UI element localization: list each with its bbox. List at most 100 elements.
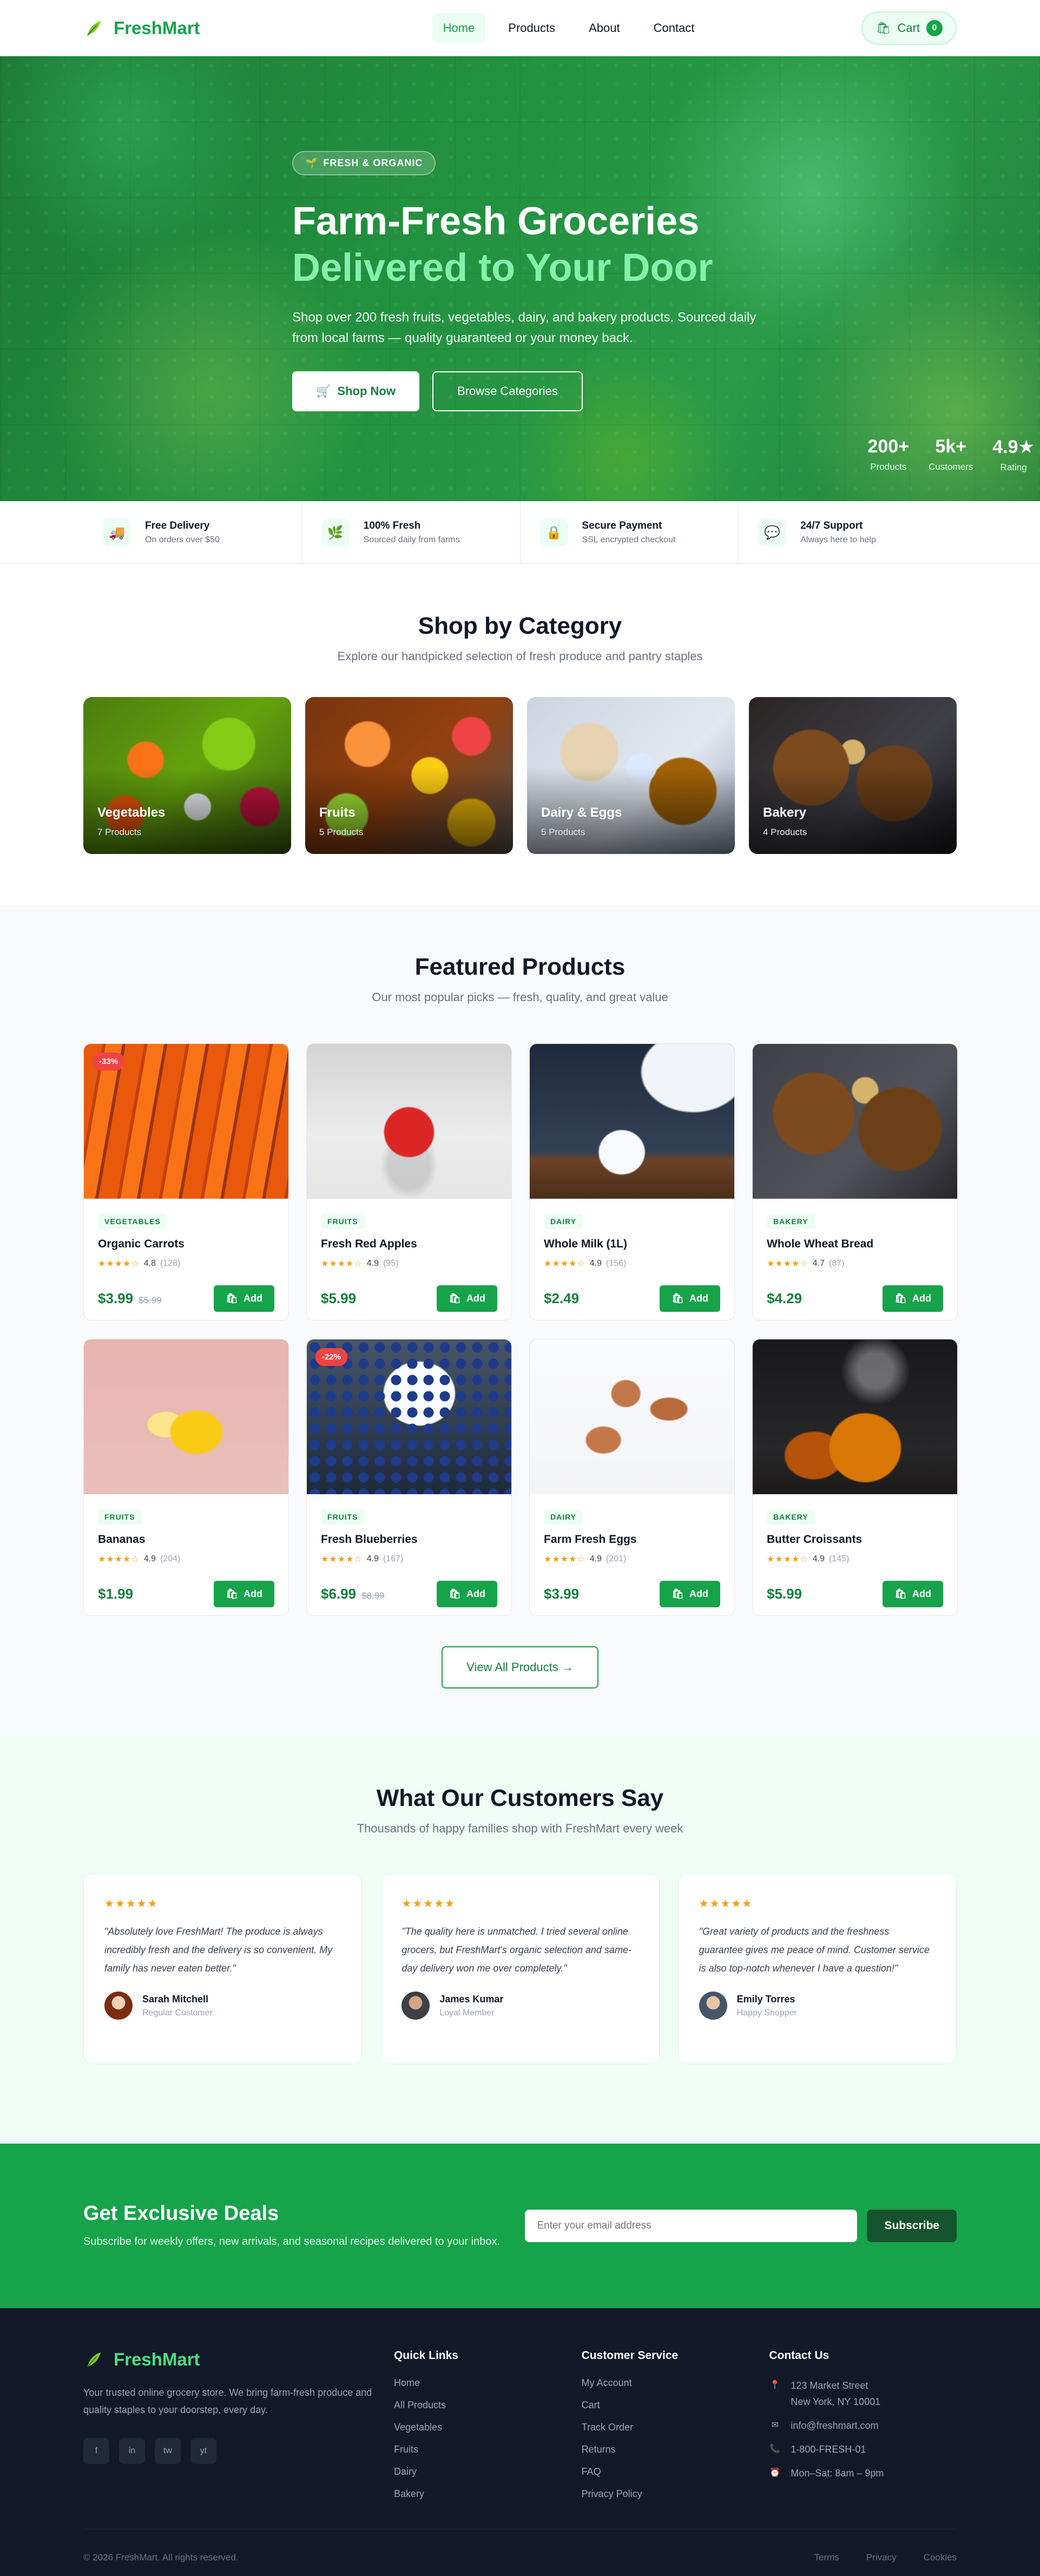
view-all-products-button[interactable]: View All Products → bbox=[442, 1646, 598, 1688]
product-category-badge: FRUITS bbox=[321, 1214, 365, 1229]
nav-about[interactable]: About bbox=[578, 14, 631, 43]
footer-link-faq[interactable]: FAQ bbox=[582, 2466, 769, 2478]
product-card[interactable]: DAIRY Farm Fresh Eggs ★★★★☆ 4.9 (201) $3.99 🛍 A… bbox=[529, 1339, 735, 1616]
subscribe-button[interactable]: Subscribe bbox=[867, 2210, 957, 2242]
star-rating-icon: ★★★★★ bbox=[699, 1898, 753, 1910]
stat-label: Customers bbox=[929, 462, 973, 472]
product-card[interactable]: -22% FRUITS Fresh Blueberries ★★★★☆ 4.9 (167)… bbox=[306, 1339, 512, 1616]
product-name[interactable]: Bananas bbox=[98, 1533, 274, 1546]
add-to-cart-button[interactable]: 🛍 Add bbox=[437, 1285, 497, 1312]
category-card-dairy[interactable]: Dairy & Eggs 5 Products bbox=[527, 697, 735, 854]
stat-products: 200+ Products bbox=[867, 436, 909, 473]
footer-link-home[interactable]: Home bbox=[394, 2377, 582, 2389]
contact-list: 📍 123 Market Street New York, NY 10001 ✉… bbox=[769, 2377, 957, 2481]
cart-button[interactable]: 🛍 Cart 0 bbox=[861, 11, 957, 45]
legal-link-privacy[interactable]: Privacy bbox=[866, 2552, 897, 2563]
product-image[interactable] bbox=[753, 1044, 957, 1199]
product-footer: $2.49 🛍 Add bbox=[544, 1285, 720, 1312]
product-category-badge: DAIRY bbox=[544, 1214, 583, 1229]
product-rating: ★★★★☆ 4.9 (156) bbox=[544, 1258, 720, 1269]
product-card[interactable]: DAIRY Whole Milk (1L) ★★★★☆ 4.9 (156) $2.49 🛍 A… bbox=[529, 1043, 735, 1320]
product-card[interactable]: BAKERY Whole Wheat Bread ★★★★☆ 4.7 (87) $4.29… bbox=[752, 1043, 958, 1320]
hero-title-line1: Farm-Fresh Groceries bbox=[292, 200, 700, 243]
browse-categories-button[interactable]: Browse Categories bbox=[432, 371, 583, 411]
category-card-fruits[interactable]: Fruits 5 Products bbox=[305, 697, 513, 854]
nav-contact[interactable]: Contact bbox=[643, 14, 706, 43]
nav-products[interactable]: Products bbox=[497, 14, 566, 43]
product-name[interactable]: Whole Milk (1L) bbox=[544, 1238, 720, 1251]
product-image[interactable]: -22% bbox=[307, 1339, 511, 1494]
email-input[interactable] bbox=[525, 2210, 858, 2242]
product-name[interactable]: Fresh Red Apples bbox=[321, 1238, 497, 1251]
category-card-bakery[interactable]: Bakery 4 Products bbox=[749, 697, 957, 854]
add-to-cart-button[interactable]: 🛍 Add bbox=[214, 1285, 274, 1312]
product-card[interactable]: FRUITS Bananas ★★★★☆ 4.9 (204) $1.99 🛍 Add bbox=[83, 1339, 289, 1616]
youtube-icon[interactable]: yt bbox=[190, 2438, 216, 2464]
author-role: Loyal Member bbox=[439, 2008, 495, 2018]
brand-logo[interactable]: FreshMart bbox=[83, 18, 200, 38]
footer-link-privacy-policy[interactable]: Privacy Policy bbox=[582, 2488, 769, 2500]
footer-link-my-account[interactable]: My Account bbox=[582, 2377, 769, 2389]
product-image[interactable] bbox=[84, 1339, 288, 1494]
twitter-icon[interactable]: tw bbox=[155, 2438, 181, 2464]
facebook-icon[interactable]: f bbox=[83, 2438, 109, 2464]
product-name[interactable]: Butter Croissants bbox=[767, 1533, 943, 1546]
featured-products-section: Featured Products Our most popular picks… bbox=[0, 905, 1040, 1735]
product-card[interactable]: FRUITS Fresh Red Apples ★★★★☆ 4.9 (95) $5.99 🛍… bbox=[306, 1043, 512, 1320]
rating-value: 4.9 bbox=[589, 1554, 602, 1563]
leaf-icon: 🌿 bbox=[321, 518, 350, 547]
product-card[interactable]: BAKERY Butter Croissants ★★★★☆ 4.9 (145) $5.9… bbox=[752, 1339, 958, 1616]
star-rating-icon: ★★★★☆ bbox=[544, 1259, 585, 1269]
add-label: Add bbox=[912, 1588, 931, 1599]
product-name[interactable]: Farm Fresh Eggs bbox=[544, 1533, 720, 1546]
nav-home[interactable]: Home bbox=[432, 14, 486, 43]
contact-email[interactable]: ✉ info@freshmart.com bbox=[769, 2417, 957, 2434]
linkedin-icon[interactable]: in bbox=[119, 2438, 145, 2464]
product-image[interactable] bbox=[530, 1044, 734, 1199]
product-image[interactable] bbox=[307, 1044, 511, 1199]
legal-link-cookies[interactable]: Cookies bbox=[924, 2552, 957, 2563]
footer-link-list: My Account Cart Track Order Returns FAQ … bbox=[582, 2377, 769, 2500]
cart-icon: 🛍 bbox=[876, 21, 891, 35]
footer-logo[interactable]: FreshMart bbox=[83, 2349, 394, 2370]
legal-link-terms[interactable]: Terms bbox=[814, 2552, 839, 2563]
contact-phone[interactable]: 📞 1-800-FRESH-01 bbox=[769, 2441, 957, 2457]
add-to-cart-button[interactable]: 🛍 Add bbox=[660, 1581, 720, 1607]
add-to-cart-button[interactable]: 🛍 Add bbox=[660, 1285, 720, 1312]
footer-link-vegetables[interactable]: Vegetables bbox=[394, 2422, 582, 2433]
add-to-cart-button[interactable]: 🛍 Add bbox=[214, 1581, 274, 1607]
product-image[interactable] bbox=[753, 1339, 957, 1494]
hours-text: Mon–Sat: 8am – 9pm bbox=[791, 2468, 884, 2479]
footer-link-bakery[interactable]: Bakery bbox=[394, 2488, 582, 2500]
product-image[interactable] bbox=[530, 1339, 734, 1494]
footer-link-cart[interactable]: Cart bbox=[582, 2400, 769, 2411]
stat-value: 4.9★ bbox=[992, 437, 1035, 457]
product-image[interactable]: -33% bbox=[84, 1044, 288, 1199]
product-name[interactable]: Organic Carrots bbox=[98, 1238, 274, 1251]
add-to-cart-button[interactable]: 🛍 Add bbox=[883, 1581, 943, 1607]
category-card-vegetables[interactable]: Vegetables 7 Products bbox=[83, 697, 291, 854]
footer-link-track-order[interactable]: Track Order bbox=[582, 2422, 769, 2433]
stat-customers: 5k+ Customers bbox=[929, 436, 973, 473]
review-count: (201) bbox=[605, 1554, 627, 1563]
product-name[interactable]: Whole Wheat Bread bbox=[767, 1238, 943, 1251]
add-to-cart-button[interactable]: 🛍 Add bbox=[437, 1581, 497, 1607]
bag-icon: 🛍 bbox=[226, 1588, 238, 1599]
stat-label: Rating bbox=[1000, 462, 1027, 472]
add-to-cart-button[interactable]: 🛍 Add bbox=[883, 1285, 943, 1312]
testimonial-author: Sarah Mitchell Regular Customer bbox=[104, 1992, 341, 2020]
footer-link-returns[interactable]: Returns bbox=[582, 2444, 769, 2455]
footer-link-all-products[interactable]: All Products bbox=[394, 2400, 582, 2411]
product-price: $1.99 bbox=[98, 1586, 134, 1602]
footer-link-dairy[interactable]: Dairy bbox=[394, 2466, 582, 2478]
shop-now-button[interactable]: 🛒 Shop Now bbox=[292, 371, 419, 411]
product-name[interactable]: Fresh Blueberries bbox=[321, 1533, 497, 1546]
product-card[interactable]: -33% VEGETABLES Organic Carrots ★★★★☆ 4.8 (12… bbox=[83, 1043, 289, 1320]
bag-icon: 🛍 bbox=[226, 1293, 238, 1304]
footer-link-fruits[interactable]: Fruits bbox=[394, 2444, 582, 2455]
feature-subtitle: SSL encrypted checkout bbox=[582, 535, 676, 544]
product-body: FRUITS Fresh Red Apples ★★★★☆ 4.9 (95) $5.99 🛍… bbox=[307, 1199, 511, 1320]
hero-actions: 🛒 Shop Now Browse Categories bbox=[292, 371, 779, 411]
bag-icon: 🛍 bbox=[449, 1293, 461, 1304]
lock-icon: 🔒 bbox=[539, 518, 568, 547]
